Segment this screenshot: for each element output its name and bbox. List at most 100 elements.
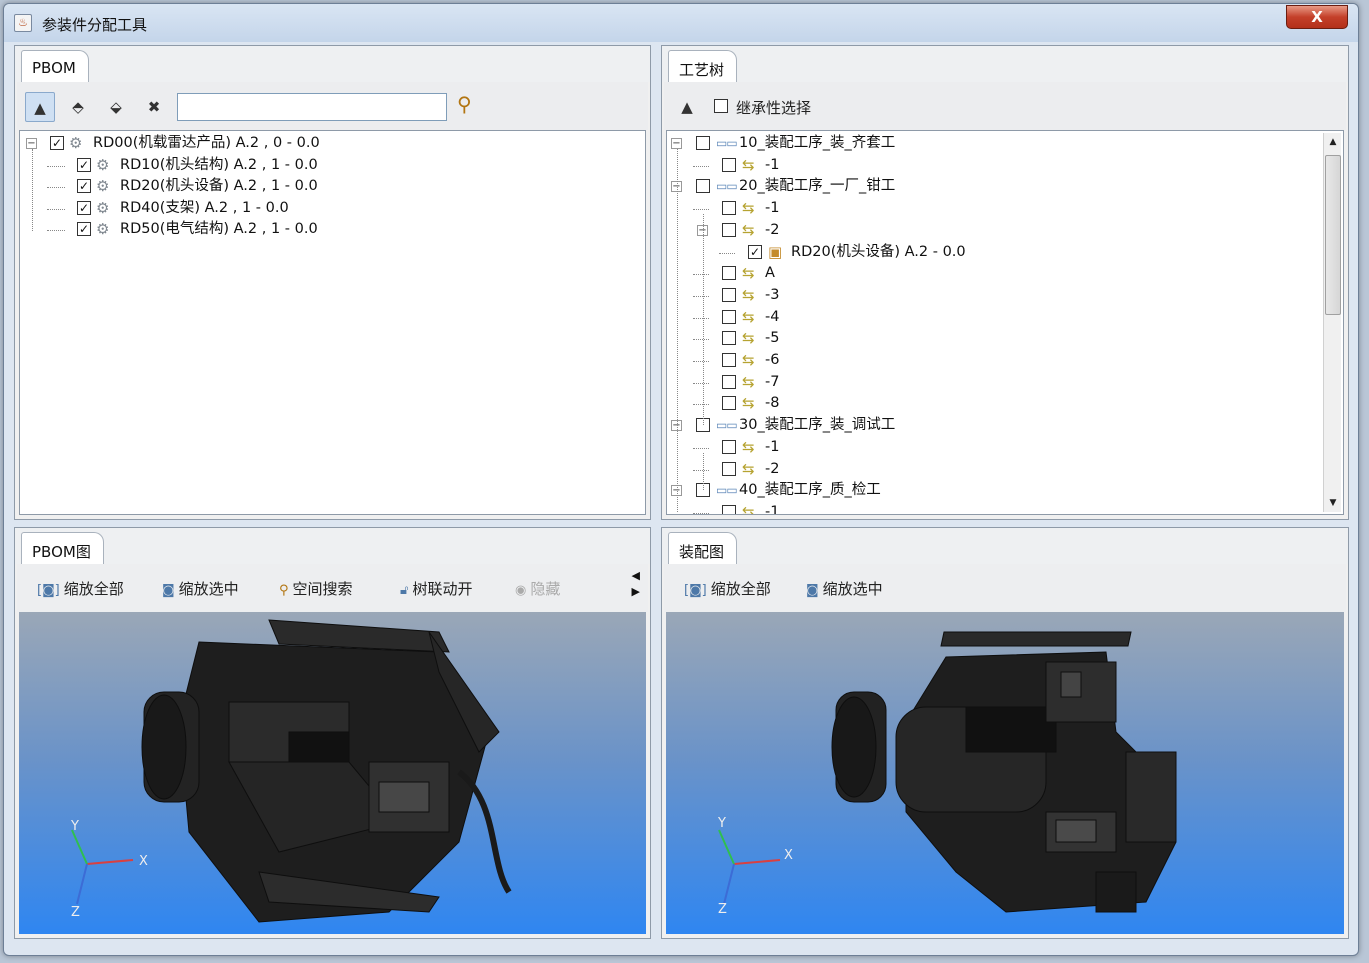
tree-checkbox[interactable] <box>696 136 710 150</box>
tree-checkbox[interactable] <box>722 461 736 476</box>
operation-icon: ⇆ <box>742 155 755 174</box>
tree-checkbox[interactable]: ✓ <box>77 222 91 236</box>
tab-pbom-view[interactable]: PBOM图 <box>21 532 104 564</box>
tree-checkbox[interactable] <box>722 396 736 411</box>
tree-row[interactable]: ⇆ -3 <box>667 285 1321 306</box>
tree-checkbox[interactable] <box>722 374 736 389</box>
tree-row[interactable]: ⇆ -6 <box>667 350 1321 371</box>
tree-connector <box>693 295 709 297</box>
tree-row[interactable]: ⇆ -2 <box>667 459 1321 480</box>
operation-icon: ⇆ <box>742 502 755 515</box>
tree-row[interactable]: ⇆ -1 <box>667 198 1321 219</box>
tree-checkbox[interactable]: ✓ <box>77 157 91 172</box>
tree-row[interactable]: ⇆ A <box>667 263 1321 284</box>
tree-connector <box>47 230 65 231</box>
assembly-3d-viewport[interactable]: X Y Z <box>666 612 1344 934</box>
expander-icon[interactable]: − <box>26 138 37 149</box>
close-button[interactable]: X <box>1286 5 1348 29</box>
tree-checkbox[interactable]: ✓ <box>748 244 762 259</box>
tree-link-button[interactable]: 🔓︎ 树联动开 <box>400 578 472 599</box>
scroll-up-icon[interactable]: ▲ <box>1324 133 1342 151</box>
hide-button[interactable]: ◉ 隐藏 <box>515 578 560 599</box>
pbom-3d-viewport[interactable]: X Y Z <box>19 612 646 934</box>
tree-item-label: RD00(机载雷达产品) A.2 , 0 - 0.0 <box>93 135 320 151</box>
tree-connector <box>703 452 704 491</box>
tree-checkbox[interactable]: ✓ <box>77 200 91 215</box>
zoom-selected-label: 缩放选中 <box>822 580 883 598</box>
process-scrollbar[interactable]: ▲ ▼ <box>1323 133 1341 512</box>
zoom-all-button[interactable]: [◙] 缩放全部 <box>684 578 771 599</box>
tab-pbom[interactable]: PBOM <box>21 50 89 82</box>
zoom-selected-button[interactable]: ◙ 缩放选中 <box>162 578 239 599</box>
collapse-icon[interactable]: ⬙ <box>101 92 131 122</box>
scroll-thumb[interactable] <box>1325 155 1341 315</box>
tree-checkbox[interactable] <box>696 179 710 194</box>
magnifier-icon[interactable]: ⚲ <box>457 92 472 116</box>
tree-row[interactable]: ⇆ -1 <box>667 502 1321 515</box>
tree-checkbox[interactable] <box>722 439 736 454</box>
process-tabstrip: 工艺树 <box>662 46 1348 82</box>
tree-connector <box>703 214 704 426</box>
tree-row[interactable]: ⇆ -5 <box>667 328 1321 349</box>
tree-checkbox[interactable] <box>722 309 736 324</box>
tree-checkbox[interactable] <box>722 266 736 281</box>
eye-icon: ◉ <box>515 583 527 598</box>
tree-row[interactable]: ✓ ▣ RD20(机头设备) A.2 - 0.0 <box>667 242 1321 263</box>
gear-icon: ⚙ <box>96 220 110 238</box>
title-bar[interactable]: ♨ 参装件分配工具 X <box>4 4 1358 42</box>
tree-checkbox[interactable]: ✓ <box>77 179 91 193</box>
tree-row[interactable]: ⇆ -1 <box>667 155 1321 176</box>
expand-icon[interactable]: ⬘ <box>63 92 93 122</box>
tree-row[interactable]: − ▭▭ 20_装配工序_一厂_钳工 <box>667 176 1321 197</box>
operation-icon: ⇆ <box>742 329 755 348</box>
zoom-all-button[interactable]: [◙] 缩放全部 <box>37 578 124 599</box>
tree-row[interactable]: ⇆ -4 <box>667 307 1321 328</box>
tree-row[interactable]: ⇆ -8 <box>667 393 1321 414</box>
tree-item-label: -1 <box>765 200 780 217</box>
tree-row[interactable]: ✓ ⚙ RD50(电气结构) A.2 , 1 - 0.0 <box>20 219 645 240</box>
operation-icon: ⇆ <box>742 264 755 283</box>
tree-item-label: -3 <box>765 286 780 303</box>
tree-checkbox[interactable] <box>722 504 736 514</box>
tree-row[interactable]: ⇆ -1 <box>667 437 1321 458</box>
panel-collapse-arrows[interactable]: ◀ ▶ <box>632 568 640 600</box>
tab-assembly-view[interactable]: 装配图 <box>668 532 738 564</box>
tree-item-label: RD50(电气结构) A.2 , 1 - 0.0 <box>120 221 318 237</box>
tree-checkbox[interactable] <box>722 287 736 302</box>
tree-view-icon[interactable]: ▲ <box>672 92 702 122</box>
tree-connector <box>693 274 709 276</box>
tree-row[interactable]: − ✓ ⚙ RD00(机载雷达产品) A.2 , 0 - 0.0 <box>20 133 645 154</box>
tree-row[interactable]: − ▭▭ 40_装配工序_质_检工 <box>667 480 1321 501</box>
scroll-down-icon[interactable]: ▼ <box>1324 494 1342 512</box>
tree-checkbox[interactable] <box>722 331 736 346</box>
tree-row[interactable]: − ⇆ -2 <box>667 220 1321 241</box>
tree-view-icon[interactable]: ▲ <box>25 92 55 122</box>
tree-checkbox[interactable]: ✓ <box>50 136 64 150</box>
tree-row[interactable]: − ▭▭ 30_装配工序_装_调试工 <box>667 415 1321 436</box>
tree-checkbox[interactable] <box>722 353 736 367</box>
tree-connector <box>47 187 65 188</box>
tree-row[interactable]: ✓ ⚙ RD20(机头设备) A.2 , 1 - 0.0 <box>20 176 645 197</box>
tree-checkbox[interactable] <box>722 157 736 172</box>
tree-connector <box>693 339 709 341</box>
tree-checkbox[interactable] <box>722 201 736 216</box>
space-search-button[interactable]: ⚲ 空间搜索 <box>279 578 353 599</box>
process-tree[interactable]: ▲ ▼ − ▭▭ 10_装配工序_装_齐套工 ⇆ -1− ▭▭ 20_装配工序_一厂_钳工 ⇆… <box>666 130 1344 515</box>
inherit-checkbox[interactable] <box>714 99 728 113</box>
tree-row[interactable]: ⇆ -7 <box>667 372 1321 393</box>
pbom-tree[interactable]: − ✓ ⚙ RD00(机载雷达产品) A.2 , 0 - 0.0 ✓ ⚙ RD10(机头结构… <box>19 130 646 515</box>
clear-icon[interactable]: ✖ <box>139 92 169 122</box>
tree-row[interactable]: − ▭▭ 10_装配工序_装_齐套工 <box>667 133 1321 154</box>
pbom-toolbar: ▲ ⬘ ⬙ ✖ ⚲ <box>17 82 648 130</box>
pbom-panel: PBOM ▲ ⬘ ⬙ ✖ ⚲ − ✓ ⚙ RD00(机载雷达产品) A.2 , 0 -… <box>14 45 651 520</box>
pbom-view-toolbar: [◙] 缩放全部 ◙ 缩放选中 ⚲ 空间搜索 🔓︎ 树联动开 ◉ 隐藏 <box>17 564 648 612</box>
app-icon: ♨ <box>14 14 32 32</box>
tree-row[interactable]: ✓ ⚙ RD40(支架) A.2 , 1 - 0.0 <box>20 198 645 219</box>
zoom-selected-button[interactable]: ◙ 缩放选中 <box>806 578 883 599</box>
tab-process-tree[interactable]: 工艺树 <box>668 50 738 82</box>
tree-item-label: -1 <box>765 503 780 515</box>
pbom-search-input[interactable] <box>177 93 447 121</box>
tree-checkbox[interactable] <box>722 222 736 237</box>
tree-row[interactable]: ✓ ⚙ RD10(机头结构) A.2 , 1 - 0.0 <box>20 155 645 176</box>
expander-icon[interactable]: − <box>671 138 682 149</box>
